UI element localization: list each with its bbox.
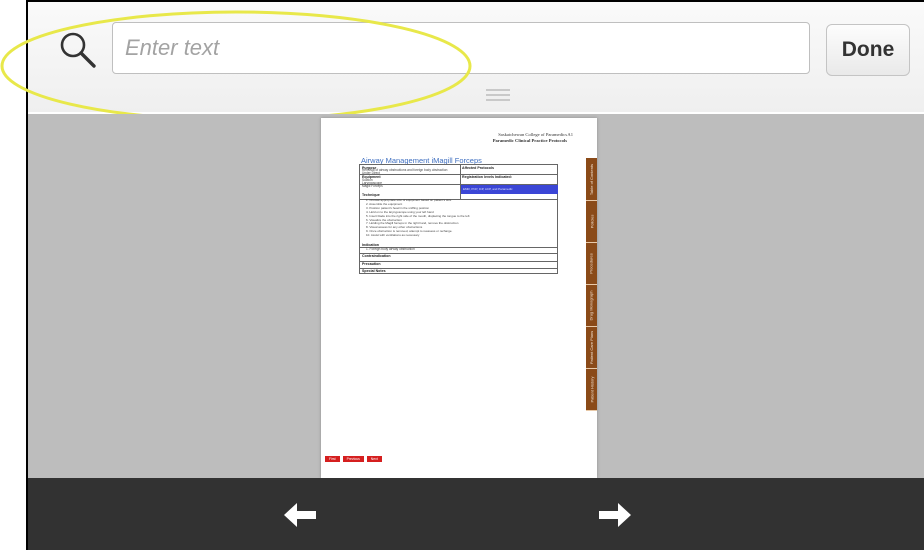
document-page: Saskatchewan College of Paramedics Param…: [321, 118, 597, 478]
search-toolbar: Done: [28, 2, 924, 112]
side-tab-policies[interactable]: Policies: [586, 200, 597, 243]
precaution-label: Precaution: [362, 262, 381, 266]
document-side-tabs: Table of Contents Policies Procedures Dr…: [586, 158, 597, 411]
indication-text: 1. Foreign body airway obstruction: [366, 247, 415, 251]
search-icon: [60, 32, 96, 68]
search-box: [112, 22, 810, 74]
registration-value: EMR, PCP, ICP, ACP, and Paramedic: [463, 187, 513, 191]
document-viewer[interactable]: Saskatchewan College of Paramedics Param…: [28, 114, 924, 478]
doc-previous-button[interactable]: Previous: [342, 456, 364, 462]
contraindication-label: Contraindication: [362, 254, 391, 258]
side-tab-patient-history[interactable]: Patient History: [586, 368, 597, 411]
technique-steps: 1. Choose appropriate size of equipment …: [366, 198, 469, 238]
doc-first-button[interactable]: First: [325, 456, 340, 462]
document-nav: First Previous Next: [325, 456, 382, 462]
registration-label: Registration levels Indicated:: [462, 175, 512, 179]
doc-next-button[interactable]: Next: [366, 456, 382, 462]
arrow-right-icon[interactable]: [598, 502, 632, 528]
header-protocols: Paramedic Clinical Practice Protocols: [492, 138, 567, 143]
affected-protocols-label: Affected Protocols: [462, 166, 494, 170]
document-page-number: A1: [567, 132, 573, 137]
technique-label: Technique: [362, 193, 380, 197]
side-tab-procedures[interactable]: Procedures: [586, 242, 597, 285]
search-input[interactable]: [113, 23, 809, 73]
done-button[interactable]: Done: [826, 24, 910, 76]
technique-step: 10. Assist with ventilations as necessar…: [366, 233, 420, 238]
bottom-navigation-bar: [28, 478, 924, 550]
special-notes-label: Special Notes: [362, 269, 386, 273]
protocol-table: Purpose Removal of airway obstructions a…: [359, 164, 558, 274]
arrow-left-icon[interactable]: [283, 502, 317, 528]
left-border: [0, 0, 28, 550]
side-tab-contents[interactable]: Table of Contents: [586, 158, 597, 201]
equipment-item: Magill Forceps: [362, 183, 383, 188]
side-tab-drug-monograph[interactable]: Drug Monograph: [586, 284, 597, 327]
side-tab-patient-care-plans[interactable]: Patient Care Plans: [586, 326, 597, 369]
app-frame: Done Saskatchewan College of Paramedics …: [0, 0, 924, 550]
document-header: Saskatchewan College of Paramedics Param…: [493, 132, 567, 144]
drag-handle[interactable]: [486, 89, 510, 101]
